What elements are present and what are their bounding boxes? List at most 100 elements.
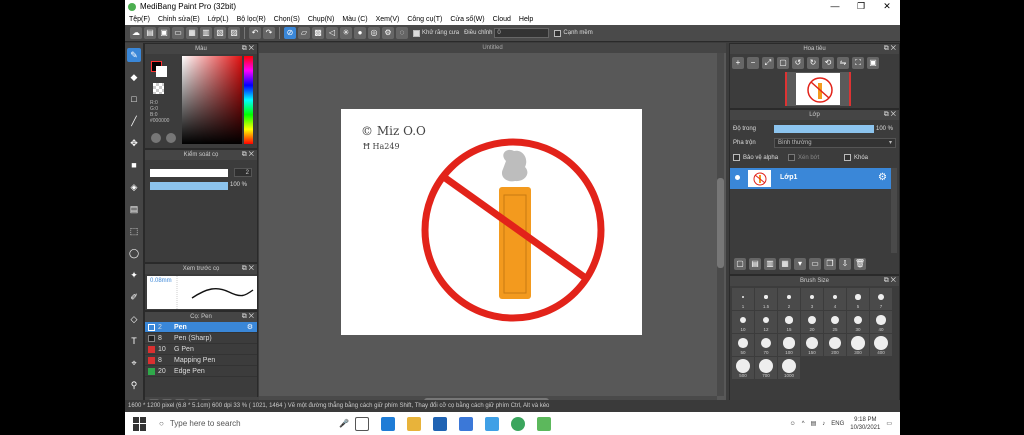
brush-size-option[interactable]: 7 [870, 288, 892, 310]
brush-item[interactable]: 8 Mapping Pen [145, 355, 257, 366]
open-file-icon[interactable]: ▤ [144, 27, 156, 39]
brush-opacity-slider[interactable] [150, 182, 228, 190]
magic-wand-icon[interactable]: ✦ [127, 268, 141, 282]
new-halftone-layer-icon[interactable]: ▤ [749, 258, 761, 270]
volume-icon[interactable]: ♪ [822, 421, 825, 427]
fullscreen-icon[interactable]: ⛶ [852, 57, 864, 69]
minimize-button[interactable]: — [822, 1, 848, 12]
snap-parallel-icon[interactable]: ▱ [298, 27, 310, 39]
panel-icon[interactable]: ▧ [214, 27, 226, 39]
brush-size-option[interactable]: 20 [801, 311, 823, 333]
fill-shape-icon[interactable]: ■ [127, 158, 141, 172]
panel-close-icon[interactable]: ⧉ ✕ [242, 150, 254, 160]
antialias-checkbox[interactable] [413, 29, 420, 37]
clipping-checkbox[interactable] [788, 154, 795, 161]
delete-layer-icon[interactable]: 🗑 [854, 258, 866, 270]
comment-icon[interactable]: ▭ [172, 27, 184, 39]
brush-size-option[interactable]: 200 [824, 334, 846, 356]
protect-alpha-checkbox[interactable] [733, 154, 740, 161]
mail-icon[interactable] [459, 416, 473, 431]
gradient-tool-icon[interactable]: ▤ [127, 202, 141, 216]
panel-close-icon[interactable]: ⧉ ✕ [884, 44, 896, 54]
adjust-select[interactable]: 0 [494, 28, 550, 38]
divide-tool-icon[interactable]: ⌖ [127, 356, 141, 370]
duplicate-layer-icon[interactable]: ❐ [824, 258, 836, 270]
snap-circle-icon[interactable]: ● [354, 27, 366, 39]
task-view-icon[interactable] [355, 416, 369, 431]
brush-item[interactable]: 10 G Pen [145, 344, 257, 355]
new-8bit-layer-icon[interactable]: ▥ [764, 258, 776, 270]
antialias-toggle[interactable]: Khử răng cưa [413, 29, 459, 37]
menu-file[interactable]: Tệp(F) [125, 16, 154, 23]
menu-window[interactable]: Cửa sổ(W) [446, 16, 488, 23]
brush-size-value[interactable]: 2 [234, 168, 252, 177]
dot-tool-icon[interactable]: □ [127, 92, 141, 106]
navigator-thumbnail[interactable] [785, 72, 851, 106]
brush-size-option[interactable]: 15 [778, 311, 800, 333]
magic-brush-icon[interactable]: ╱ [127, 114, 141, 128]
zoom-app-icon[interactable] [485, 416, 499, 431]
select-tool-icon[interactable]: ⬚ [127, 224, 141, 238]
microphone-icon[interactable]: 🎤 [339, 419, 349, 428]
notifications-icon[interactable]: ▭ [886, 420, 892, 427]
clipping-toggle[interactable]: Xén bớt [788, 154, 819, 161]
menu-select[interactable]: Chọn(S) [270, 16, 304, 23]
eraser-tool-icon[interactable]: ◆ [127, 70, 141, 84]
palette-icon[interactable] [151, 133, 161, 143]
brush-size-option[interactable]: 50 [732, 334, 754, 356]
menu-color[interactable]: Màu (C) [338, 16, 371, 23]
layer-menu-icon[interactable]: ▾ [794, 258, 806, 270]
text-tool-icon[interactable]: T [127, 334, 141, 348]
select-eraser-icon[interactable]: ◇ [127, 312, 141, 326]
store-icon[interactable] [433, 416, 447, 431]
brush-item[interactable]: 2 Pen ⚙ [145, 322, 257, 333]
brush-size-option[interactable]: 3 [801, 288, 823, 310]
layer-settings-icon[interactable]: ⚙ [878, 172, 887, 183]
brush-size-option[interactable]: 2 [778, 288, 800, 310]
edge-browser-icon[interactable] [381, 416, 395, 431]
brush-size-option[interactable]: 300 [847, 334, 869, 356]
rotate-left-icon[interactable]: ↺ [792, 57, 804, 69]
page-icon[interactable]: ▥ [200, 27, 212, 39]
document-tab[interactable]: Untitled [259, 43, 726, 53]
fit-window-icon[interactable]: ⤢ [762, 57, 774, 69]
menu-tools[interactable]: Công cụ(T) [403, 16, 446, 23]
edge-toggle[interactable]: Cạnh mềm [554, 29, 593, 37]
flip-icon[interactable]: ⇋ [837, 57, 849, 69]
language-indicator[interactable]: ENG [831, 421, 844, 427]
menu-filter[interactable]: Bộ lọc(R) [233, 16, 270, 23]
brush-size-option[interactable]: 150 [801, 334, 823, 356]
lock-checkbox[interactable] [844, 154, 851, 161]
layer-opacity-slider[interactable] [774, 125, 874, 133]
brush-item[interactable]: 8 Pen (Sharp) [145, 333, 257, 344]
redo-icon[interactable]: ↷ [263, 27, 275, 39]
layer-scrollbar[interactable] [891, 168, 897, 253]
background-color-swatch[interactable] [156, 66, 167, 77]
zoom-out-icon[interactable]: − [747, 57, 759, 69]
brush-size-option[interactable]: 25 [824, 311, 846, 333]
move-tool-icon[interactable]: ✥ [127, 136, 141, 150]
brush-size-option[interactable]: 40 [870, 311, 892, 333]
layer-item[interactable]: Lớp1 ⚙ [730, 168, 891, 189]
tray-chevron-icon[interactable]: ^ [802, 421, 805, 427]
brush-size-option[interactable]: 1 [732, 288, 754, 310]
drawing-canvas[interactable]: © Miz O.O Ħ Ha249 [341, 109, 642, 335]
saturation-value-picker[interactable] [182, 56, 242, 144]
panel-close-icon[interactable]: ⧉ ✕ [242, 312, 254, 322]
menu-layer[interactable]: Lớp(L) [204, 16, 233, 23]
brush-size-option[interactable]: 700 [755, 357, 777, 379]
brush-size-option[interactable]: 100 [778, 334, 800, 356]
brush-size-option[interactable]: 12 [755, 311, 777, 333]
brush-size-option[interactable]: 30 [847, 311, 869, 333]
navigator-settings-icon[interactable]: ▣ [867, 57, 879, 69]
layout-icon[interactable]: ▨ [228, 27, 240, 39]
brush-size-option[interactable]: 400 [870, 334, 892, 356]
maximize-button[interactable]: ❐ [848, 1, 874, 12]
menu-cloud[interactable]: Cloud [489, 16, 515, 23]
brush-size-option[interactable]: 1000 [778, 357, 800, 379]
blend-mode-select[interactable]: Bình thường ▾ [774, 138, 896, 148]
clock[interactable]: 9:18 PM 10/30/2021 [850, 416, 880, 432]
rotate-right-icon[interactable]: ↻ [807, 57, 819, 69]
edge-checkbox[interactable] [554, 29, 562, 37]
windows-start-icon[interactable] [133, 416, 147, 431]
